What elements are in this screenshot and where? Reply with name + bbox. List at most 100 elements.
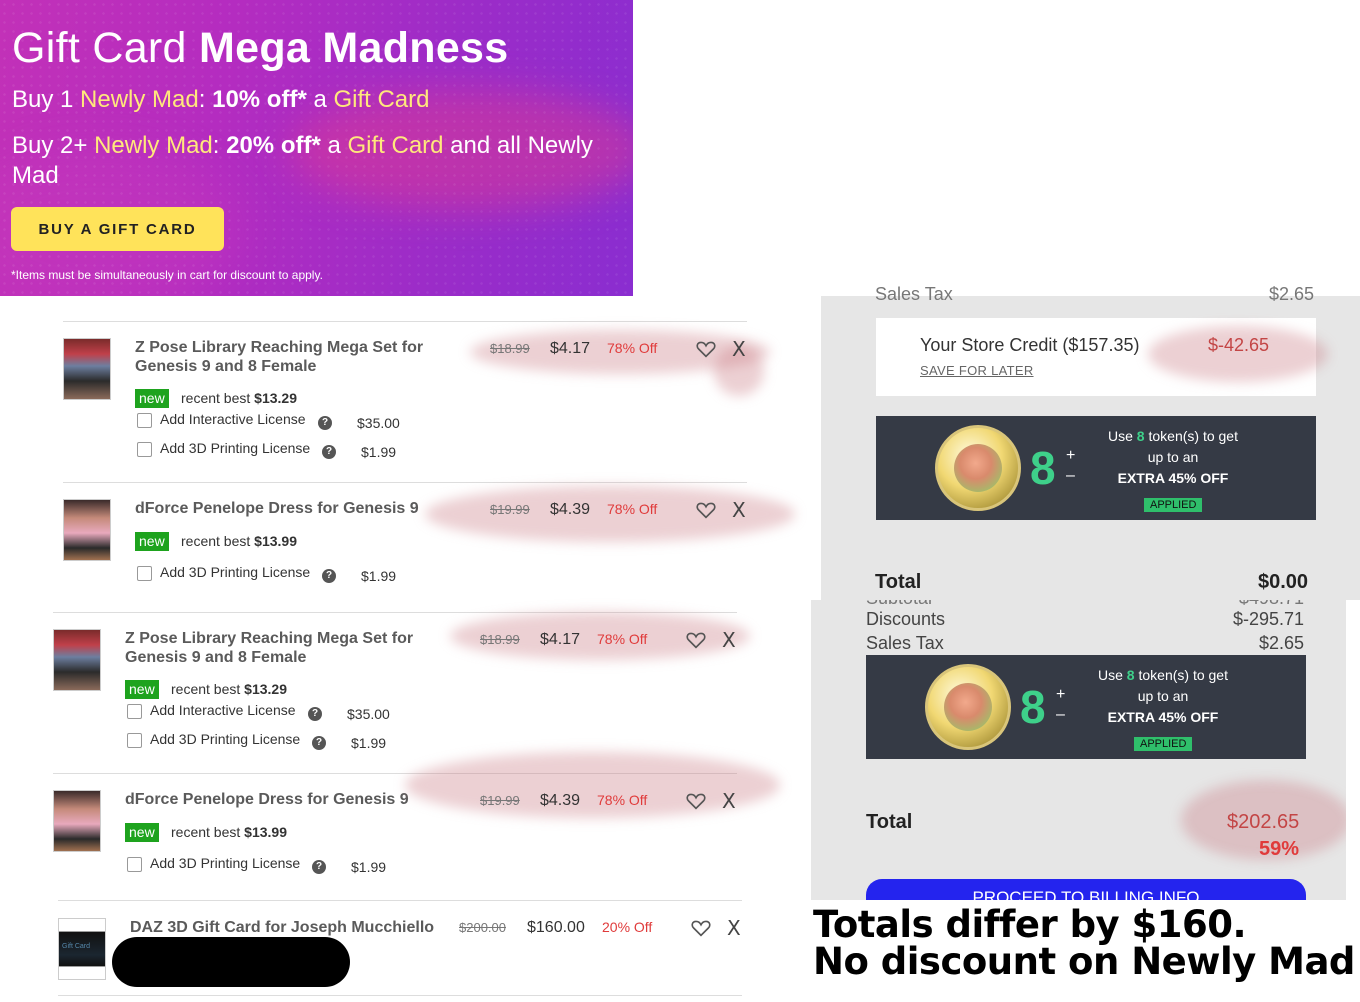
heart-icon[interactable] (696, 340, 716, 358)
total-label: Total (875, 571, 922, 593)
product-name[interactable]: dForce Penelope Dress for Genesis 9 (125, 790, 425, 809)
option-label: Add 3D Printing License (150, 855, 301, 871)
divider (58, 900, 742, 901)
recent-best-price: recent best $13.29 (171, 681, 287, 697)
total-value: $202.65 (1227, 811, 1300, 833)
token-offer-box: 8 + – Use 8 token(s) to get up to an EXT… (866, 655, 1306, 759)
heart-icon[interactable] (686, 792, 706, 810)
original-price: $18.99 (490, 341, 530, 356)
subtotal-value: $498.71 (1239, 600, 1304, 609)
token-offer-box: 8 + – Use 8 token(s) to get up to an EXT… (876, 416, 1316, 520)
heart-icon[interactable] (686, 631, 706, 649)
new-badge: new (125, 823, 159, 842)
sales-tax-value: $2.65 (1259, 633, 1305, 653)
discounts-label: Discounts (866, 609, 946, 629)
product-thumbnail[interactable] (53, 629, 101, 691)
sale-price: $160.00 (527, 919, 585, 936)
recent-best-price: recent best $13.29 (181, 390, 297, 406)
annotation-line-1: Totals differ by $160. (813, 903, 1247, 946)
option-label: Add 3D Printing License (160, 564, 311, 580)
banner-offer-2-cont: Mad (12, 162, 59, 189)
sales-tax-value: $2.65 (1269, 284, 1315, 304)
save-for-later-link[interactable]: SAVE FOR LATER (920, 363, 1034, 378)
new-badge: new (135, 389, 169, 408)
divider (58, 995, 742, 996)
proceed-to-billing-button[interactable]: PROCEED TO BILLING INFO (866, 879, 1306, 900)
original-price: $18.99 (480, 632, 520, 647)
redaction-scribble (112, 937, 350, 987)
help-icon[interactable]: ? (318, 416, 332, 430)
help-icon[interactable]: ? (312, 860, 326, 874)
3d-printing-license-checkbox[interactable] (127, 733, 142, 748)
discount-percent: 20% Off (602, 919, 653, 935)
product-name[interactable]: DAZ 3D Gift Card for Joseph Mucchiello (130, 918, 434, 937)
token-coin-icon (935, 425, 1021, 511)
help-icon[interactable]: ? (322, 445, 336, 459)
applied-badge: APPLIED (1134, 737, 1193, 751)
sale-price: $4.39 (540, 792, 581, 809)
3d-printing-license-checkbox[interactable] (127, 857, 142, 872)
discount-percent: 78% Off (597, 792, 648, 808)
3d-printing-license-checkbox[interactable] (137, 566, 152, 581)
discount-percent: 78% Off (607, 501, 658, 517)
banner-offer-1: Buy 1 Newly Mad: 10% off* a Gift Card (12, 86, 430, 113)
sale-price: $4.17 (550, 340, 591, 357)
total-discount-percent: 59% (1259, 838, 1300, 860)
recent-best-price: recent best $13.99 (171, 824, 287, 840)
discounts-value: $-295.71 (1233, 609, 1305, 629)
help-icon[interactable]: ? (308, 707, 322, 721)
token-decrease-icon[interactable]: – (1056, 705, 1065, 725)
new-badge: new (125, 680, 159, 699)
heart-icon[interactable] (696, 501, 716, 519)
remove-item-icon[interactable]: X (722, 628, 736, 652)
discount-percent: 78% Off (607, 340, 658, 356)
remove-item-icon[interactable]: X (732, 337, 746, 361)
new-badge: new (135, 532, 169, 551)
store-credit-label: Your Store Credit ($157.35) (920, 335, 1140, 355)
gift-card-thumbnail[interactable]: Gift Card (58, 918, 106, 980)
sales-tax-label: Sales Tax (866, 633, 944, 653)
gift-card-banner: Gift Card Mega Madness Buy 1 Newly Mad: … (0, 0, 633, 296)
order-summary-top: Sales Tax $2.65 Your Store Credit ($157.… (821, 284, 1360, 600)
product-thumbnail[interactable] (53, 790, 101, 852)
divider (63, 482, 747, 483)
remove-item-icon[interactable]: X (727, 916, 741, 940)
original-price: $19.99 (480, 793, 520, 808)
interactive-license-checkbox[interactable] (137, 413, 152, 428)
product-thumbnail[interactable] (63, 499, 111, 561)
annotation-line-2: No discount on Newly Mad (813, 940, 1355, 983)
option-price: $1.99 (361, 568, 397, 584)
product-thumbnail[interactable] (63, 338, 111, 400)
buy-gift-card-button[interactable]: BUY A GIFT CARD (11, 207, 224, 251)
original-price: $200.00 (459, 920, 506, 935)
token-coin-icon (925, 664, 1011, 750)
interactive-license-checkbox[interactable] (127, 704, 142, 719)
remove-item-icon[interactable]: X (722, 789, 736, 813)
token-increase-icon[interactable]: + (1066, 446, 1075, 466)
heart-icon[interactable] (691, 919, 711, 937)
token-increase-icon[interactable]: + (1056, 685, 1065, 705)
total-label: Total (866, 811, 913, 833)
sale-price: $4.39 (550, 501, 591, 518)
token-decrease-icon[interactable]: – (1066, 466, 1075, 486)
token-offer-text: Use 8 token(s) to get up to an EXTRA 45%… (1108, 428, 1238, 486)
option-price: $1.99 (361, 444, 397, 460)
product-name[interactable]: Z Pose Library Reaching Mega Set for Gen… (125, 629, 425, 667)
token-count: 8 (1030, 442, 1056, 494)
option-price: $35.00 (347, 706, 390, 722)
product-name[interactable]: dForce Penelope Dress for Genesis 9 (135, 499, 435, 518)
option-label: Add Interactive License (150, 702, 296, 718)
product-name[interactable]: Z Pose Library Reaching Mega Set for Gen… (135, 338, 435, 376)
banner-offer-2: Buy 2+ Newly Mad: 20% off* a Gift Card a… (12, 132, 593, 159)
store-credit-amount: $-42.65 (1208, 335, 1270, 355)
store-credit-box: Your Store Credit ($157.35) $-42.65 SAVE… (876, 318, 1328, 396)
help-icon[interactable]: ? (322, 569, 336, 583)
help-icon[interactable]: ? (312, 736, 326, 750)
remove-item-icon[interactable]: X (732, 498, 746, 522)
recent-best-price: recent best $13.99 (181, 533, 297, 549)
order-summary-bottom: Subtotal $498.71 Discounts $-295.71 Sale… (811, 600, 1346, 900)
applied-badge: APPLIED (1144, 498, 1203, 512)
option-label: Add Interactive License (160, 411, 306, 427)
3d-printing-license-checkbox[interactable] (137, 442, 152, 457)
banner-title: Gift Card Mega Madness (12, 24, 509, 72)
